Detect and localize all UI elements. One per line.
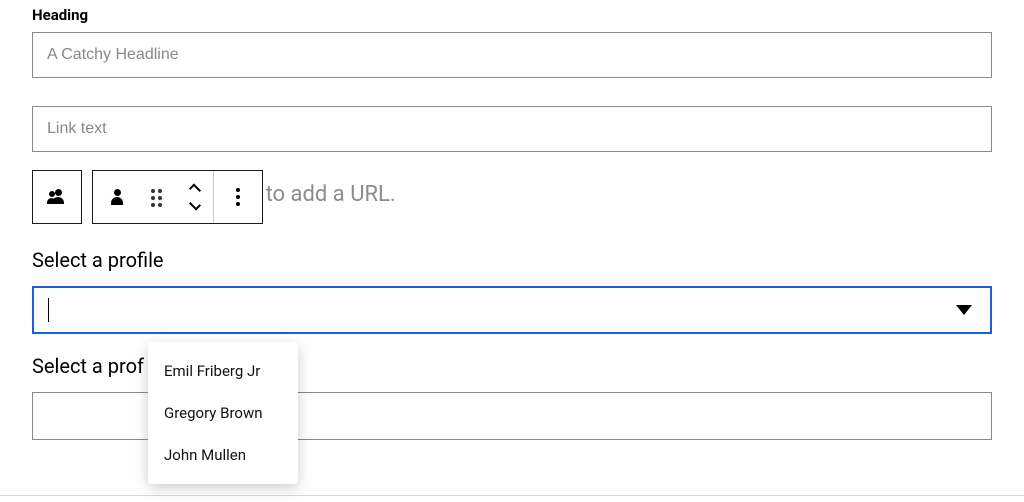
profile-option[interactable]: Gregory Brown — [148, 392, 298, 434]
profile-select-label: Select a profile — [32, 248, 992, 272]
person-icon — [111, 189, 123, 205]
link-text-input[interactable] — [32, 106, 992, 152]
people-icon — [47, 190, 67, 204]
drag-handle[interactable] — [141, 171, 177, 223]
profile-select-combobox[interactable] — [32, 286, 992, 334]
text-caret — [48, 298, 49, 322]
profile-option[interactable]: Emil Friberg Jr — [148, 350, 298, 392]
profile-option[interactable]: John Mullen — [148, 434, 298, 476]
heading-label: Heading — [32, 6, 992, 24]
chevron-updown-icon — [188, 186, 202, 208]
drag-icon — [151, 189, 167, 205]
parent-block-button[interactable] — [33, 171, 81, 223]
divider — [0, 495, 1024, 496]
profile-options-dropdown: Emil Friberg Jr Gregory Brown John Mulle… — [148, 342, 298, 484]
more-vertical-icon — [236, 188, 240, 206]
block-toolbar-row: se the toolbar to add a URL. — [32, 170, 992, 228]
block-type-button[interactable] — [93, 171, 141, 223]
move-updown-button[interactable] — [177, 171, 213, 223]
more-options-button[interactable] — [214, 171, 262, 223]
block-toolbar — [32, 170, 263, 224]
heading-input[interactable] — [32, 32, 992, 78]
chevron-down-icon — [956, 305, 972, 315]
